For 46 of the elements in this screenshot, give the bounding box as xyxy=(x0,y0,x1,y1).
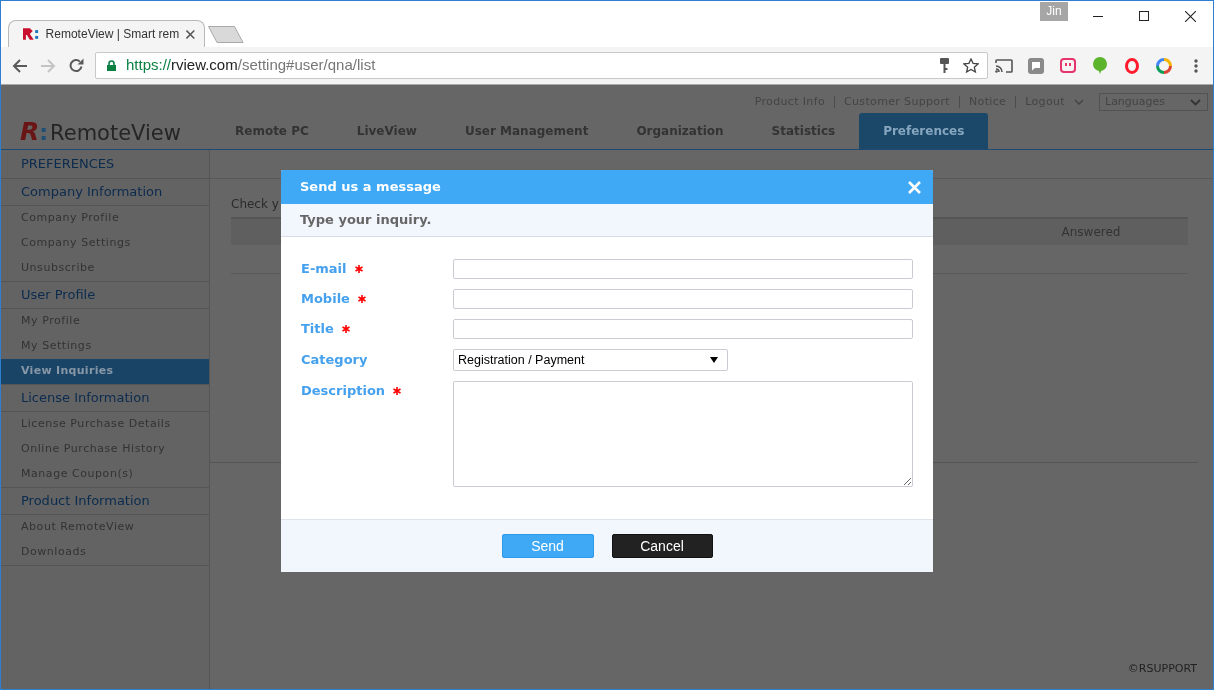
new-tab-button[interactable] xyxy=(208,26,244,43)
sidebar-heading[interactable]: License Information xyxy=(1,385,209,412)
ring-icon[interactable] xyxy=(1125,57,1139,74)
sidebar-heading[interactable]: Company Information xyxy=(1,179,209,206)
dialog-subtitle: Type your inquiry. xyxy=(281,204,933,237)
chevron-down-icon xyxy=(1190,98,1201,106)
sidebar-heading[interactable]: Product Information xyxy=(1,488,209,515)
sidebar-item[interactable]: View Inquiries xyxy=(1,359,209,384)
send-button[interactable]: Send xyxy=(501,534,594,558)
star-icon[interactable] xyxy=(963,57,979,74)
close-icon[interactable] xyxy=(1184,10,1196,22)
logo[interactable]: R:RemoteView xyxy=(20,118,181,144)
nav-tab[interactable]: Preferences xyxy=(859,113,989,149)
dialog-title: Send us a message xyxy=(300,178,441,197)
minimize-icon[interactable] xyxy=(1093,15,1103,17)
reload-icon[interactable] xyxy=(68,58,84,73)
logo-icon xyxy=(23,28,39,40)
text-field[interactable] xyxy=(453,289,913,309)
sidebar-heading[interactable]: User Profile xyxy=(1,282,209,309)
cast-icon[interactable] xyxy=(995,58,1013,73)
field-label: Title xyxy=(301,320,334,339)
face-square-icon[interactable] xyxy=(1060,58,1076,73)
copyright-text: ©RSUPPORT xyxy=(1126,660,1198,677)
select-field[interactable]: Registration / Payment xyxy=(453,349,728,371)
chat-square-icon[interactable] xyxy=(1028,57,1044,74)
browser-tab[interactable]: RemoteView | Smart rem xyxy=(8,20,205,47)
balloon-icon[interactable] xyxy=(1093,57,1107,74)
cancel-button[interactable]: Cancel xyxy=(611,534,713,558)
address-bar[interactable]: https://rview.com/setting#user/qna/list xyxy=(95,52,988,79)
close-icon[interactable] xyxy=(186,29,195,39)
maximize-icon[interactable] xyxy=(1139,11,1149,21)
text-field[interactable] xyxy=(453,319,913,339)
caret-down-icon xyxy=(710,357,718,363)
field-label: Description xyxy=(301,382,386,401)
color-ring-icon[interactable] xyxy=(1156,57,1172,74)
field-label: Category xyxy=(301,351,368,370)
profile-button[interactable]: Jin xyxy=(1040,2,1068,21)
key-icon[interactable] xyxy=(940,58,949,73)
field-label: Mobile xyxy=(301,290,350,309)
intro-text: Check y xyxy=(231,196,280,212)
field-label: E-mail xyxy=(301,260,347,279)
lock-icon xyxy=(107,60,116,71)
back-icon[interactable] xyxy=(12,58,28,73)
sidebar-title: PREFERENCES xyxy=(1,150,209,179)
menu-icon[interactable] xyxy=(1194,58,1198,73)
text-field[interactable] xyxy=(453,259,913,279)
